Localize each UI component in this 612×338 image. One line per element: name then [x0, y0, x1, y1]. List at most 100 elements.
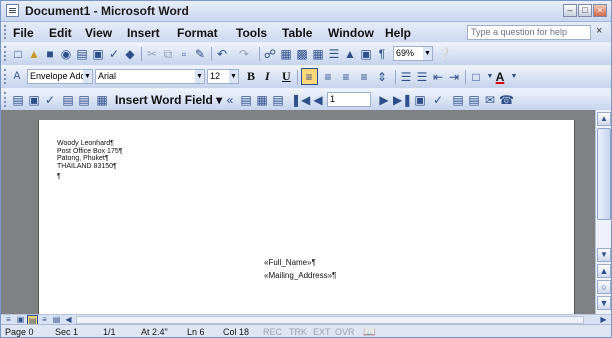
- envelope-page[interactable]: Woody Leonhard¶ Post Office Box 175¶ Pat…: [38, 120, 575, 320]
- find-entry-icon[interactable]: ▣: [413, 93, 427, 107]
- main-document-setup-icon[interactable]: ▤: [11, 93, 25, 107]
- title-bar[interactable]: Document1 - Microsoft Word – □ ×: [1, 1, 611, 22]
- horizontal-scroll-track[interactable]: [76, 316, 584, 324]
- insert-merge-fields-icon[interactable]: ▦: [95, 93, 109, 107]
- toolbar-grip[interactable]: [4, 25, 9, 39]
- recipients-icon[interactable]: ✓: [43, 93, 57, 107]
- undo-icon[interactable]: ↶: [215, 47, 229, 61]
- propagate-labels-icon[interactable]: ▤: [271, 93, 285, 107]
- status-ext[interactable]: EXT: [313, 327, 331, 337]
- scroll-thumb[interactable]: [597, 128, 611, 220]
- match-fields-icon[interactable]: ▦: [255, 93, 269, 107]
- outside-border-icon[interactable]: □: [469, 70, 483, 84]
- menu-window[interactable]: Window: [328, 26, 374, 40]
- word-document-icon[interactable]: [6, 4, 19, 17]
- tables-borders-icon[interactable]: ▦: [279, 47, 293, 61]
- menu-format[interactable]: Format: [177, 26, 218, 40]
- insert-table-icon[interactable]: ▩: [295, 47, 309, 61]
- paste-icon[interactable]: ▫: [177, 47, 191, 61]
- menu-tools[interactable]: Tools: [236, 26, 267, 40]
- document-close-icon[interactable]: ×: [596, 25, 602, 37]
- status-rec[interactable]: REC: [263, 327, 282, 337]
- select-browse-object-icon[interactable]: ○: [597, 280, 611, 294]
- menu-help[interactable]: Help: [385, 26, 411, 40]
- help-icon[interactable]: ❔: [437, 47, 452, 61]
- font-select[interactable]: Arial ▼: [95, 69, 205, 84]
- last-record-icon[interactable]: ▶❚: [393, 93, 412, 107]
- insert-address-block-icon[interactable]: ▤: [61, 93, 75, 107]
- justify-icon[interactable]: ≡: [357, 70, 371, 84]
- style-select[interactable]: Envelope Addre ▼: [27, 69, 93, 84]
- return-address[interactable]: Woody Leonhard¶ Post Office Box 175¶ Pat…: [57, 140, 123, 170]
- merge-email-icon[interactable]: ✉: [483, 93, 497, 107]
- font-color-icon[interactable]: A: [493, 70, 507, 84]
- scroll-up-icon[interactable]: ▲: [597, 112, 611, 126]
- previous-page-icon[interactable]: ▲: [597, 264, 611, 278]
- delivery-address[interactable]: «Full_Name»¶ «Mailing_Address»¶: [264, 256, 336, 282]
- maximize-button[interactable]: □: [578, 4, 592, 17]
- view-merged-data-icon[interactable]: «: [223, 93, 237, 107]
- highlight-fields-icon[interactable]: ▤: [239, 93, 253, 107]
- merge-field-full-name[interactable]: «Full_Name»¶: [264, 256, 336, 269]
- merge-new-document-icon[interactable]: ▤: [451, 93, 465, 107]
- font-size-select[interactable]: 12 ▼: [207, 69, 239, 84]
- menu-view[interactable]: View: [85, 26, 112, 40]
- status-ovr[interactable]: OVR: [335, 327, 355, 337]
- decrease-indent-icon[interactable]: ⇤: [431, 70, 445, 84]
- chevron-down-icon[interactable]: ▼: [507, 70, 521, 84]
- increase-indent-icon[interactable]: ⇥: [447, 70, 461, 84]
- bullets-icon[interactable]: ☰: [415, 70, 429, 84]
- numbering-icon[interactable]: ☰: [399, 70, 413, 84]
- open-icon[interactable]: ▲: [27, 47, 41, 61]
- new-document-icon[interactable]: □: [11, 47, 25, 61]
- hyperlink-icon[interactable]: ☍: [263, 47, 277, 61]
- redo-icon[interactable]: ↷: [237, 47, 251, 61]
- ask-question-input[interactable]: Type a question for help: [467, 25, 591, 40]
- toolbar-grip[interactable]: [4, 69, 9, 84]
- research-icon[interactable]: ◆: [123, 47, 137, 61]
- styles-formatting-icon[interactable]: Ａ: [10, 70, 24, 84]
- close-button[interactable]: ×: [593, 4, 607, 17]
- print-icon[interactable]: ▤: [75, 47, 89, 61]
- insert-greeting-line-icon[interactable]: ▤: [77, 93, 91, 107]
- columns-icon[interactable]: ☰: [327, 47, 341, 61]
- previous-record-icon[interactable]: ◀: [311, 93, 325, 107]
- menu-table[interactable]: Table: [282, 26, 312, 40]
- underline-button[interactable]: U: [282, 69, 291, 84]
- line-spacing-icon[interactable]: ⇕: [375, 70, 389, 84]
- spelling-status-icon[interactable]: 📖: [363, 327, 375, 337]
- insert-word-field-button[interactable]: Insert Word Field ▾: [115, 93, 222, 107]
- bold-button[interactable]: B: [247, 69, 255, 84]
- permission-icon[interactable]: ◉: [59, 47, 73, 61]
- open-data-source-icon[interactable]: ▣: [27, 93, 41, 107]
- menu-insert[interactable]: Insert: [127, 26, 160, 40]
- format-painter-icon[interactable]: ✎: [193, 47, 207, 61]
- first-record-icon[interactable]: ❚◀: [291, 93, 310, 107]
- menu-file[interactable]: File: [13, 26, 34, 40]
- status-trk[interactable]: TRK: [289, 327, 307, 337]
- next-page-icon[interactable]: ▼: [597, 296, 611, 310]
- copy-icon[interactable]: ⧉: [161, 47, 175, 61]
- spelling-icon[interactable]: ✓: [107, 47, 121, 61]
- print-preview-icon[interactable]: ▣: [91, 47, 105, 61]
- record-number-input[interactable]: 1: [327, 92, 371, 107]
- menu-edit[interactable]: Edit: [49, 26, 72, 40]
- merge-field-mailing-address[interactable]: «Mailing_Address»¶: [264, 269, 336, 282]
- minimize-button[interactable]: –: [563, 4, 577, 17]
- center-icon[interactable]: ≡: [321, 70, 335, 84]
- document-map-icon[interactable]: ▣: [359, 47, 373, 61]
- save-icon[interactable]: ■: [43, 47, 57, 61]
- align-right-icon[interactable]: ≡: [339, 70, 353, 84]
- next-record-icon[interactable]: ▶: [377, 93, 391, 107]
- insert-excel-icon[interactable]: ▦: [311, 47, 325, 61]
- cut-icon[interactable]: ✂: [145, 47, 159, 61]
- vertical-scrollbar[interactable]: ▲ ▼ ▲ ○ ▼: [595, 110, 611, 314]
- scroll-down-icon[interactable]: ▼: [597, 248, 611, 262]
- merge-printer-icon[interactable]: ▤: [467, 93, 481, 107]
- merge-fax-icon[interactable]: ☎: [499, 93, 514, 107]
- toolbar-grip[interactable]: [4, 46, 9, 61]
- toolbar-grip[interactable]: [4, 92, 9, 107]
- check-errors-icon[interactable]: ✓: [431, 93, 445, 107]
- drawing-icon[interactable]: ▲: [343, 47, 357, 61]
- italic-button[interactable]: I: [265, 69, 270, 84]
